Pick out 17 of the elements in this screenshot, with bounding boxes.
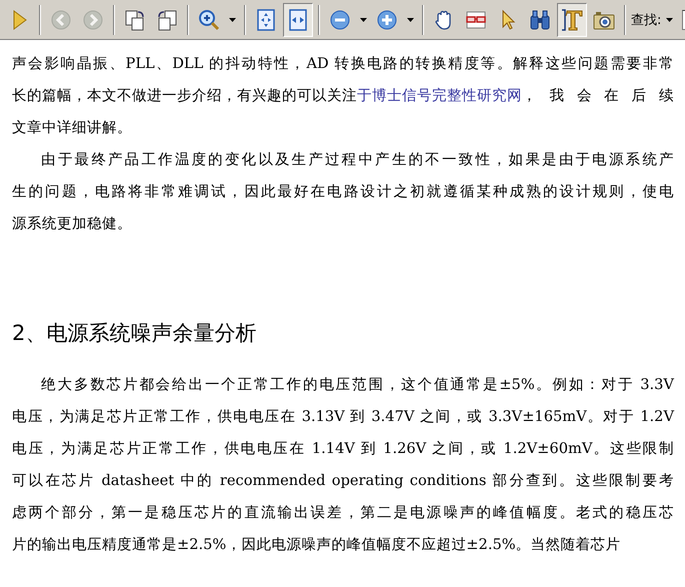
minus-circle-icon: [328, 8, 352, 32]
toolbar-button[interactable]: [557, 2, 587, 36]
magnifier-plus-icon: [197, 8, 221, 32]
dropdown-caret-icon[interactable]: [229, 18, 236, 22]
dropdown-caret-icon[interactable]: [666, 18, 674, 22]
search-label: 查找:: [631, 12, 662, 28]
binoculars-icon: [528, 8, 552, 32]
paragraph: 由于最终产品工作温度的变化以及生产过程中产生的不一致性，如果是由于电源系统产 生的问题，电路将非常难调试，因此最好在电路设计之初就遵循某种成熟的设计规则，使电 源系统更加稳健。: [12, 150, 675, 234]
paragraph: 绝大多数芯片都会给出一个正常工作的电压范围，这个值通常是±5%。例如：对于 3.3V 电压，为满足芯片正常工作，供电电压在 3.13V 到 3.47V 之间，或 3.3V±165mV。对于 1.2V 电压，为满足芯片正常工作，供电电压在 1.14V 到 1.26V 之间，或 1.2V±60mV。这些限制 可以在芯片 datasheet 中的 recommended operating conditions 部分查到。这些限制要考 虑两个部分，第一是稳压芯片的直流输出误差，第二是电源噪声的峰值幅度。老式的稳压芯 片的输出电压精度通常是±2.5%，因此电源噪声的峰值幅度不应超过±2.5%。当然随着芯片: [12, 375, 675, 555]
fit-width-button[interactable]: [283, 2, 313, 36]
dropdown-caret-icon[interactable]: [360, 18, 367, 22]
link[interactable]: 于博士信号完整性研究网: [357, 80, 522, 112]
dropdown-caret-icon[interactable]: [407, 18, 414, 22]
plus-circle-icon: [375, 8, 399, 32]
section-heading: 2、电源系统噪声余量分析: [12, 320, 258, 347]
paragraph: 声会影响晶振、PLL、DLL 的抖动特性，AD 转换电路的转换精度等。解释这些问题需要非常 长的篇幅，本文不做进一步介绍，有兴趣的可以关注于博士信号完整性研究网，我会在后续 文章中详细讲解。: [12, 54, 675, 138]
text-select-icon: [560, 8, 584, 32]
